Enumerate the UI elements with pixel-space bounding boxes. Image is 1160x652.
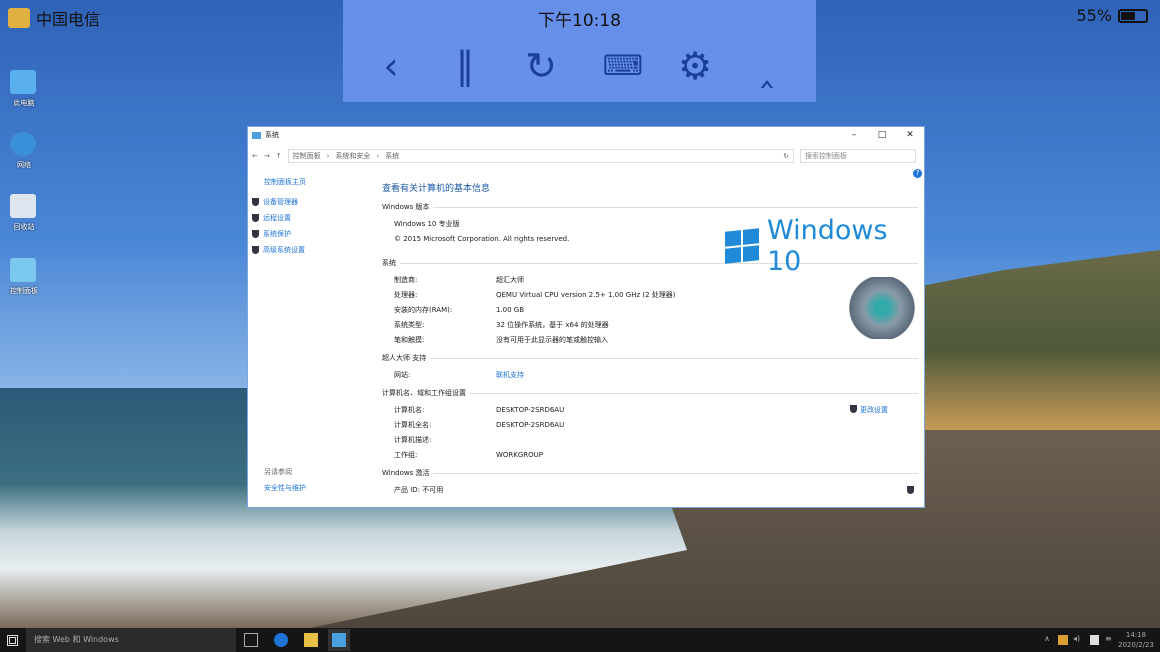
forward-arrow-icon[interactable]: → — [264, 152, 270, 160]
refresh-icon[interactable]: ↻ — [783, 152, 793, 160]
battery-icon — [1118, 8, 1148, 23]
breadcrumb-system[interactable]: 系统 — [385, 151, 399, 161]
section-edition: Windows 版本 — [382, 202, 918, 212]
info-row: 计算机全名: DESKTOP-2SRD6AU — [394, 420, 565, 429]
address-bar[interactable]: 控制面板 › 系统和安全 › 系统 ↻ — [287, 149, 794, 163]
rotate-icon[interactable]: ↻ — [515, 42, 567, 90]
carrier: 中国电信 — [8, 6, 100, 30]
sidebar-item-remote-settings[interactable]: 远程设置 — [252, 213, 362, 223]
windows-logo-icon — [725, 228, 759, 264]
back-icon[interactable]: ‹ — [365, 42, 417, 90]
info-row: 安装的内存(RAM): 1.00 GB — [394, 305, 525, 314]
change-settings-link[interactable]: 更改设置 — [850, 404, 888, 415]
info-row: 计算机描述: — [394, 435, 432, 444]
info-row: 网站: 联机支持 — [394, 370, 524, 380]
shield-icon — [252, 198, 259, 206]
help-icon[interactable]: ? — [913, 169, 922, 178]
close-button[interactable]: ✕ — [896, 130, 924, 140]
sidebar-item-device-manager[interactable]: 设备管理器 — [252, 197, 362, 207]
section-computer-name: 计算机名、域和工作组设置 — [382, 388, 918, 398]
title-bar: 系统 – □ ✕ — [248, 127, 924, 143]
minimize-button[interactable]: – — [840, 130, 868, 140]
shield-icon — [252, 230, 259, 238]
info-row: 系统类型: 32 位操作系统，基于 x64 的处理器 — [394, 320, 609, 329]
breadcrumb-control-panel[interactable]: 控制面板 — [293, 151, 321, 161]
taskbar-clock[interactable]: 14:18 2020/2/23 — [1118, 630, 1154, 650]
taskbar: 搜索 Web 和 Windows ∧ ◂) ≡ 14:18 2020/2/23 — [0, 628, 1160, 652]
collapse-icon[interactable]: ‸ — [741, 42, 793, 90]
copyright: © 2015 Microsoft Corporation. All rights… — [394, 234, 570, 243]
info-row: 计算机名: DESKTOP-2SRD6AU 更改设置 — [394, 404, 888, 415]
up-arrow-icon[interactable]: ↑ — [276, 152, 282, 160]
file-explorer-icon[interactable] — [304, 633, 318, 647]
control-panel-home-link[interactable]: 控制面板主页 — [252, 177, 362, 187]
shield-icon — [907, 485, 914, 494]
start-icon[interactable] — [7, 635, 18, 646]
pause-icon[interactable]: ∥ — [439, 42, 491, 90]
oem-badge-icon — [848, 277, 916, 339]
section-activation: Windows 激活 — [382, 468, 918, 478]
see-also-label: 另请参阅 — [264, 468, 292, 476]
action-center-icon[interactable] — [1090, 635, 1099, 645]
address-bar-row: ← → ↑ 控制面板 › 系统和安全 › 系统 ↻ 搜索控制面板 — [252, 149, 916, 163]
network-icon[interactable] — [1058, 635, 1068, 645]
tray-chevron-icon[interactable]: ∧ — [1044, 634, 1050, 643]
info-row: 处理器: QEMU Virtual CPU version 2.5+ 1.00 G… — [394, 290, 676, 299]
search-input[interactable]: 搜索控制面板 — [800, 149, 916, 163]
maximize-button[interactable]: □ — [868, 130, 896, 140]
keyboard-tray-icon[interactable]: ≡ — [1105, 634, 1112, 643]
edition-name: Windows 10 专业版 — [394, 219, 460, 228]
settings-icon[interactable]: ⚙ — [669, 42, 721, 90]
section-support: 超人大师 支持 — [382, 353, 918, 363]
system-window-taskbar-icon[interactable] — [328, 629, 350, 651]
back-arrow-icon[interactable]: ← — [252, 152, 258, 160]
remote-toolbar: 下午10:18 ‹ ∥ ↻ ⌨ ⚙ ‸ — [343, 0, 816, 102]
task-view-icon[interactable] — [244, 633, 258, 647]
windows-10-logo: Windows 10 — [725, 215, 924, 277]
system-window: 系统 – □ ✕ ← → ↑ 控制面板 › 系统和安全 › 系统 ↻ 搜索控制面板 … — [247, 126, 925, 508]
shield-icon — [252, 246, 259, 254]
battery: 55% — [1076, 6, 1148, 25]
shield-icon — [252, 214, 259, 222]
product-id: 产品 ID: 不可用 — [394, 485, 444, 494]
taskbar-search[interactable]: 搜索 Web 和 Windows — [26, 628, 236, 652]
clock: 下午10:18 — [538, 11, 621, 31]
computer-icon — [252, 131, 261, 139]
page-title: 查看有关计算机的基本信息 — [382, 184, 491, 194]
volume-icon[interactable]: ◂) — [1073, 634, 1080, 643]
keyboard-icon[interactable]: ⌨ — [597, 42, 649, 90]
breadcrumb-system-security[interactable]: 系统和安全 — [335, 151, 370, 161]
sidebar-item-advanced-settings[interactable]: 高级系统设置 — [252, 245, 362, 255]
shield-icon — [850, 404, 857, 413]
online-support-link[interactable]: 联机支持 — [496, 370, 524, 380]
security-maintenance-link[interactable]: 安全性与维护 — [252, 483, 362, 493]
signal-icon — [8, 8, 30, 28]
sidebar: 控制面板主页 设备管理器 远程设置 系统保护 高级系统设置 另请参阅 安全性与维… — [252, 177, 362, 499]
sidebar-item-system-protection[interactable]: 系统保护 — [252, 229, 362, 239]
edge-icon[interactable] — [274, 633, 288, 647]
info-row: 笔和触摸: 没有可用于此显示器的笔或触控输入 — [394, 335, 608, 344]
info-row: 工作组: WORKGROUP — [394, 450, 544, 459]
